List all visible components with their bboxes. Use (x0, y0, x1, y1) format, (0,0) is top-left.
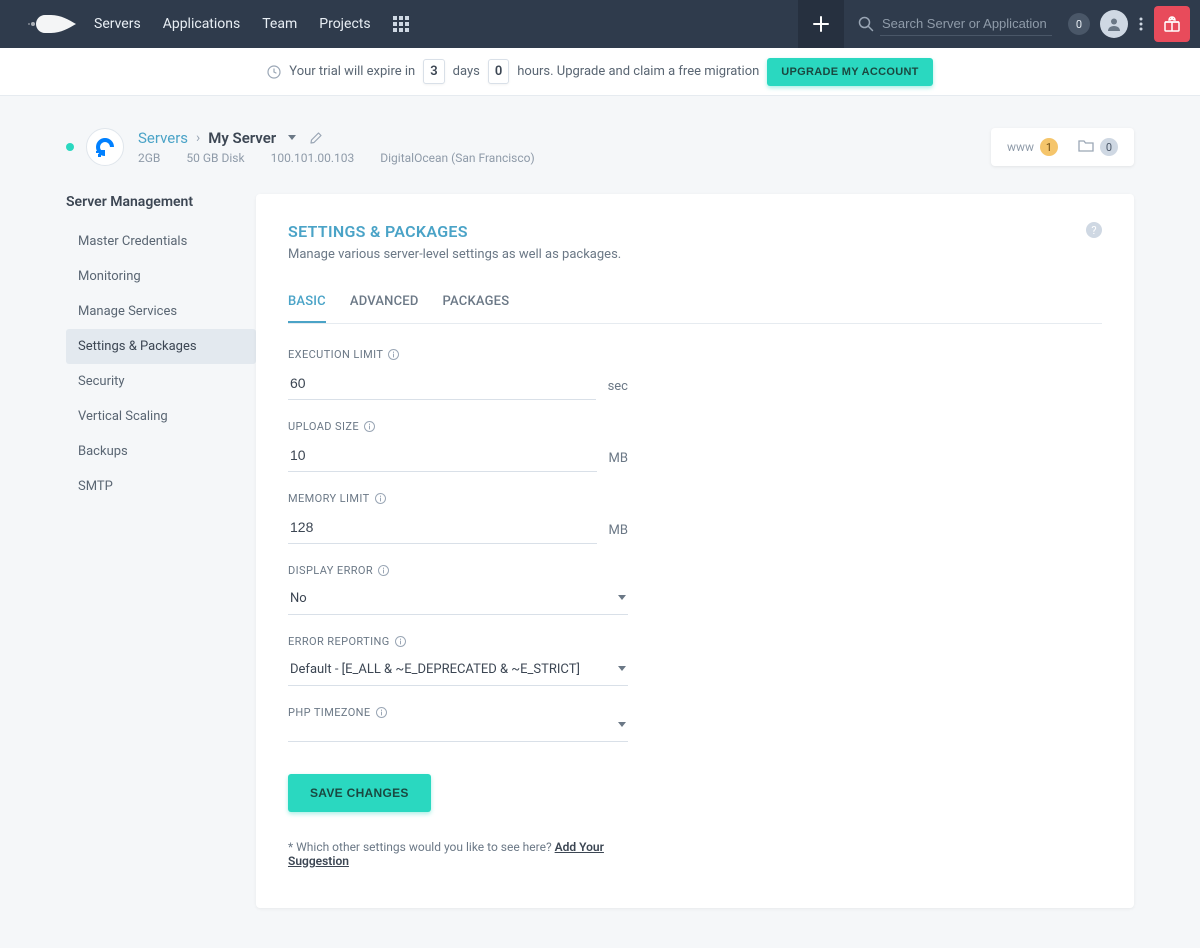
trial-days-value: 3 (423, 59, 444, 84)
server-spec-ram: 2GB (138, 151, 160, 165)
sidebar-item-security[interactable]: Security (66, 364, 256, 399)
apps-grid-icon[interactable] (393, 16, 409, 32)
info-icon[interactable] (395, 636, 406, 647)
sidebar-item-master-credentials[interactable]: Master Credentials (66, 224, 256, 259)
execution-limit-label: EXECUTION LIMIT (288, 348, 383, 361)
memory-limit-input[interactable] (288, 511, 597, 544)
info-icon[interactable] (375, 493, 386, 504)
breadcrumb: Servers › My Server (138, 129, 535, 147)
server-spec-ip: 100.101.00.103 (271, 151, 355, 165)
search-wrap (844, 12, 1062, 36)
info-icon[interactable] (388, 349, 399, 360)
field-display-error: DISPLAY ERROR No (288, 564, 628, 615)
field-memory-limit: MEMORY LIMIT MB (288, 492, 628, 544)
sidebar: Server Management Master Credentials Mon… (66, 194, 256, 908)
edit-server-name-icon[interactable] (308, 132, 324, 144)
panel-subtitle: Manage various server-level settings as … (288, 247, 621, 262)
tab-packages[interactable]: PACKAGES (443, 294, 510, 323)
search-icon (858, 16, 874, 32)
logo[interactable] (28, 13, 78, 35)
info-icon[interactable] (378, 565, 389, 576)
field-upload-size: UPLOAD SIZE MB (288, 420, 628, 472)
info-icon[interactable] (376, 707, 387, 718)
field-error-reporting: ERROR REPORTING Default - [E_ALL & ~E_DE… (288, 635, 628, 686)
nav-link-team[interactable]: Team (262, 16, 297, 32)
add-button[interactable] (798, 0, 844, 48)
suggestion-prefix: * Which other settings would you like to… (288, 840, 555, 854)
sidebar-title: Server Management (66, 194, 256, 210)
upload-size-input[interactable] (288, 439, 597, 472)
settings-panel: SETTINGS & PACKAGES Manage various serve… (256, 194, 1134, 908)
server-status-dot (66, 143, 74, 151)
www-pill[interactable]: www 1 (1007, 138, 1058, 156)
kebab-menu-icon[interactable] (1136, 17, 1146, 31)
server-header-pills: www 1 0 (991, 128, 1134, 166)
tab-basic[interactable]: BASIC (288, 294, 326, 323)
sidebar-item-settings-packages[interactable]: Settings & Packages (66, 329, 256, 364)
save-changes-button[interactable]: SAVE CHANGES (288, 774, 431, 812)
folder-icon (1078, 138, 1094, 156)
clock-icon (267, 65, 281, 79)
nav-link-projects[interactable]: Projects (319, 16, 370, 32)
display-error-select[interactable]: No (288, 583, 628, 615)
page: Servers › My Server 2GB 50 GB Disk 100.1… (0, 96, 1200, 948)
chevron-right-icon: › (196, 130, 200, 146)
panel-title: SETTINGS & PACKAGES (288, 222, 621, 241)
sidebar-item-monitoring[interactable]: Monitoring (66, 259, 256, 294)
execution-limit-unit: sec (608, 379, 628, 400)
memory-limit-unit: MB (609, 523, 628, 544)
server-header: Servers › My Server 2GB 50 GB Disk 100.1… (66, 128, 1134, 166)
notification-badge[interactable]: 0 (1068, 13, 1090, 35)
gift-button[interactable] (1154, 6, 1190, 42)
help-icon[interactable]: ? (1086, 222, 1102, 238)
sidebar-item-backups[interactable]: Backups (66, 434, 256, 469)
info-icon[interactable] (364, 421, 375, 432)
upload-size-unit: MB (609, 451, 628, 472)
nav-link-servers[interactable]: Servers (94, 16, 141, 32)
upgrade-button[interactable]: UPGRADE MY ACCOUNT (767, 58, 932, 86)
www-pill-count: 1 (1040, 138, 1058, 156)
error-reporting-select[interactable]: Default - [E_ALL & ~E_DEPRECATED & ~E_ST… (288, 654, 628, 686)
nav-links: Servers Applications Team Projects (94, 16, 371, 32)
server-spec-provider: DigitalOcean (San Francisco) (380, 151, 534, 165)
upload-size-label: UPLOAD SIZE (288, 420, 359, 433)
php-timezone-select[interactable] (288, 725, 628, 742)
error-reporting-label: ERROR REPORTING (288, 635, 390, 648)
settings-form: EXECUTION LIMIT sec UPLOAD SIZE (288, 348, 628, 868)
field-execution-limit: EXECUTION LIMIT sec (288, 348, 628, 400)
trial-hours-suffix: hours. Upgrade and claim a free migratio… (517, 64, 759, 79)
suggestion-text: * Which other settings would you like to… (288, 840, 628, 868)
tab-advanced[interactable]: ADVANCED (350, 294, 419, 323)
server-name: My Server (208, 129, 276, 147)
projects-pill-count: 0 (1100, 138, 1118, 156)
server-titles: Servers › My Server 2GB 50 GB Disk 100.1… (138, 129, 535, 165)
nav-link-applications[interactable]: Applications (163, 16, 241, 32)
sidebar-item-smtp[interactable]: SMTP (66, 469, 256, 504)
breadcrumb-servers-link[interactable]: Servers (138, 129, 188, 147)
display-error-label: DISPLAY ERROR (288, 564, 373, 577)
nav-right: 0 (798, 0, 1200, 48)
trial-days-label: days (453, 64, 480, 79)
trial-prefix: Your trial will expire in (289, 64, 415, 79)
trial-bar: Your trial will expire in 3 days 0 hours… (0, 48, 1200, 96)
memory-limit-label: MEMORY LIMIT (288, 492, 370, 505)
execution-limit-input[interactable] (288, 367, 596, 400)
www-pill-label: www (1007, 140, 1034, 154)
provider-icon (86, 128, 124, 166)
content-columns: Server Management Master Credentials Mon… (66, 194, 1134, 908)
sidebar-item-vertical-scaling[interactable]: Vertical Scaling (66, 399, 256, 434)
trial-hours-value: 0 (488, 59, 509, 84)
server-dropdown-caret[interactable] (284, 135, 300, 141)
server-spec-disk: 50 GB Disk (186, 151, 244, 165)
tabs: BASIC ADVANCED PACKAGES (288, 294, 1102, 324)
php-timezone-label: PHP TIMEZONE (288, 706, 371, 719)
projects-pill[interactable]: 0 (1078, 138, 1118, 156)
field-php-timezone: PHP TIMEZONE (288, 706, 628, 742)
server-meta: 2GB 50 GB Disk 100.101.00.103 DigitalOce… (138, 151, 535, 165)
top-nav: Servers Applications Team Projects 0 (0, 0, 1200, 48)
avatar[interactable] (1100, 10, 1128, 38)
sidebar-item-manage-services[interactable]: Manage Services (66, 294, 256, 329)
search-input[interactable] (880, 12, 1052, 36)
